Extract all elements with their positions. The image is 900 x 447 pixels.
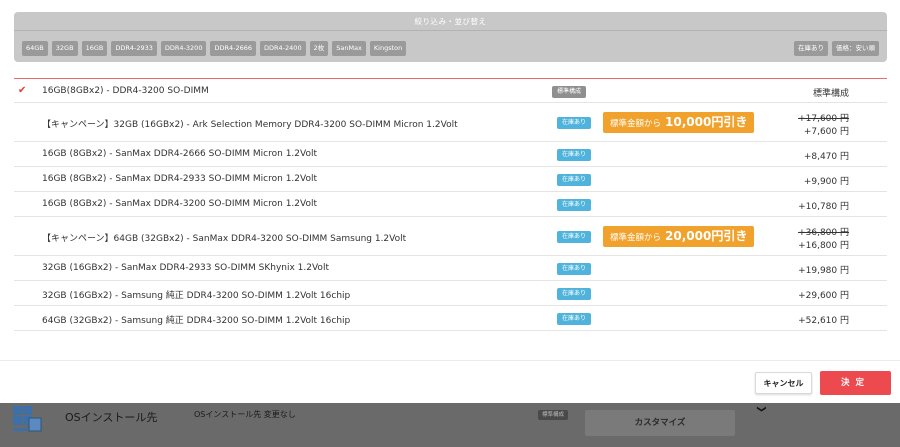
- option-name: 16GB (8GBx2) - SanMax DDR4-3200 SO-DIMM …: [42, 199, 317, 209]
- in-stock-badge: 在庫あり: [557, 117, 592, 129]
- option-price: 標準構成: [812, 89, 849, 99]
- filter-chip-16gb[interactable]: 16GB: [81, 41, 108, 56]
- option-row[interactable]: 16GB (8GBx2) - SanMax DDR4-2666 SO-DIMM …: [14, 142, 887, 167]
- filter-chip-ddr4-2933[interactable]: DDR4-2933: [111, 41, 157, 56]
- discount-amount: 20,000円引き: [665, 229, 748, 243]
- in-stock-badge: 在庫あり: [557, 313, 592, 325]
- discount-label: 標準金額から: [610, 233, 662, 243]
- check-icon: ✔: [18, 85, 27, 96]
- discount-badge: 標準金額から 10,000円引き: [603, 112, 755, 133]
- option-name: 16GB (8GBx2) - SanMax DDR4-2933 SO-DIMM …: [42, 174, 317, 184]
- sort-chips: 在庫あり 価格：安い順: [794, 41, 879, 56]
- discount-badge: 標準金額から 20,000円引き: [603, 226, 755, 247]
- option-row[interactable]: 64GB (32GBx2) - Samsung 純正 DDR4-3200 SO-…: [14, 306, 887, 331]
- section-value: OSインストール先 変更なし: [194, 410, 296, 419]
- option-price: +10,780 円: [798, 202, 849, 212]
- option-price: +29,600 円: [798, 291, 849, 301]
- discount-amount: 10,000円引き: [665, 115, 748, 129]
- confirm-button[interactable]: 決定: [820, 371, 891, 395]
- option-name: 16GB (8GBx2) - SanMax DDR4-2666 SO-DIMM …: [42, 149, 317, 159]
- in-stock-badge: 在庫あり: [557, 199, 592, 211]
- in-stock-badge: 在庫あり: [557, 263, 592, 275]
- in-stock-badge: 在庫あり: [557, 288, 592, 300]
- campaign-price: +7,600 円: [803, 127, 849, 137]
- option-row[interactable]: 32GB (16GBx2) - Samsung 純正 DDR4-3200 SO-…: [14, 281, 887, 306]
- section-title: OSインストール先: [65, 411, 158, 424]
- footer-divider: [0, 360, 900, 361]
- sort-chip-in-stock[interactable]: 在庫あり: [794, 41, 828, 56]
- campaign-price: +16,800 円: [798, 241, 849, 251]
- customize-button[interactable]: カスタマイズ: [585, 410, 735, 436]
- cancel-button[interactable]: キャンセル: [755, 372, 812, 394]
- chevron-down-icon[interactable]: ❯: [756, 405, 766, 413]
- option-price: +9,900 円: [803, 177, 849, 187]
- option-row[interactable]: 16GB (8GBx2) - SanMax DDR4-3200 SO-DIMM …: [14, 192, 887, 217]
- filter-chip-32gb[interactable]: 32GB: [51, 41, 78, 56]
- filter-title: 絞り込み・並び替え: [14, 12, 887, 31]
- in-stock-badge: 在庫あり: [557, 231, 592, 243]
- option-row[interactable]: 32GB (16GBx2) - SanMax DDR4-2933 SO-DIMM…: [14, 256, 887, 281]
- memory-option-list: ✔ 16GB(8GBx2) - DDR4-3200 SO-DIMM 標準構成 標…: [14, 78, 887, 331]
- option-name: 【キャンペーン】64GB (32GBx2) - SanMax DDR4-3200…: [42, 234, 407, 244]
- windows-drive-icon: [13, 406, 42, 432]
- standard-badge: 標準構成: [552, 86, 587, 98]
- option-name: 64GB (32GBx2) - Samsung 純正 DDR4-3200 SO-…: [42, 316, 351, 326]
- original-price: +36,800 円: [798, 228, 849, 238]
- option-price: +17,600 円 +7,600 円: [798, 111, 849, 137]
- original-price: +17,600 円: [798, 114, 849, 124]
- filter-chip-ddr4-3200[interactable]: DDR4-3200: [160, 41, 207, 56]
- option-name: 32GB (16GBx2) - SanMax DDR4-2933 SO-DIMM…: [42, 263, 329, 273]
- filter-chip-ddr4-2666[interactable]: DDR4-2666: [210, 41, 257, 56]
- filter-chip-sanmax[interactable]: SanMax: [332, 41, 366, 56]
- option-row[interactable]: 【キャンペーン】64GB (32GBx2) - SanMax DDR4-3200…: [14, 217, 887, 256]
- option-name: 【キャンペーン】32GB (16GBx2) - Ark Selection Me…: [42, 120, 458, 130]
- in-stock-badge: 在庫あり: [557, 149, 592, 161]
- option-price: +19,980 円: [798, 266, 849, 276]
- option-row[interactable]: ✔ 16GB(8GBx2) - DDR4-3200 SO-DIMM 標準構成 標…: [14, 78, 887, 103]
- filter-chip-64gb[interactable]: 64GB: [22, 41, 48, 56]
- filter-chip-2-sticks[interactable]: 2枚: [309, 41, 329, 56]
- option-price: +8,470 円: [803, 152, 849, 162]
- filter-chips: 64GB 32GB 16GB DDR4-2933 DDR4-3200 DDR4-…: [22, 41, 407, 56]
- option-name: 16GB(8GBx2) - DDR4-3200 SO-DIMM: [42, 86, 209, 96]
- standard-badge: 標準構成: [538, 410, 569, 420]
- discount-label: 標準金額から: [610, 119, 662, 129]
- filter-chip-kingston[interactable]: Kingston: [369, 41, 407, 56]
- option-name: 32GB (16GBx2) - Samsung 純正 DDR4-3200 SO-…: [42, 291, 351, 301]
- filter-panel: 絞り込み・並び替え 64GB 32GB 16GB DDR4-2933 DDR4-…: [14, 12, 887, 62]
- option-row[interactable]: 【キャンペーン】32GB (16GBx2) - Ark Selection Me…: [14, 103, 887, 142]
- option-price: +36,800 円 +16,800 円: [798, 225, 849, 251]
- option-price: +52,610 円: [798, 316, 849, 326]
- filter-chip-ddr4-2400[interactable]: DDR4-2400: [260, 41, 306, 56]
- option-row[interactable]: 16GB (8GBx2) - SanMax DDR4-2933 SO-DIMM …: [14, 167, 887, 192]
- in-stock-badge: 在庫あり: [557, 174, 592, 186]
- sort-chip-price-low[interactable]: 価格：安い順: [832, 41, 879, 56]
- filter-chip-row: 64GB 32GB 16GB DDR4-2933 DDR4-3200 DDR4-…: [22, 41, 879, 57]
